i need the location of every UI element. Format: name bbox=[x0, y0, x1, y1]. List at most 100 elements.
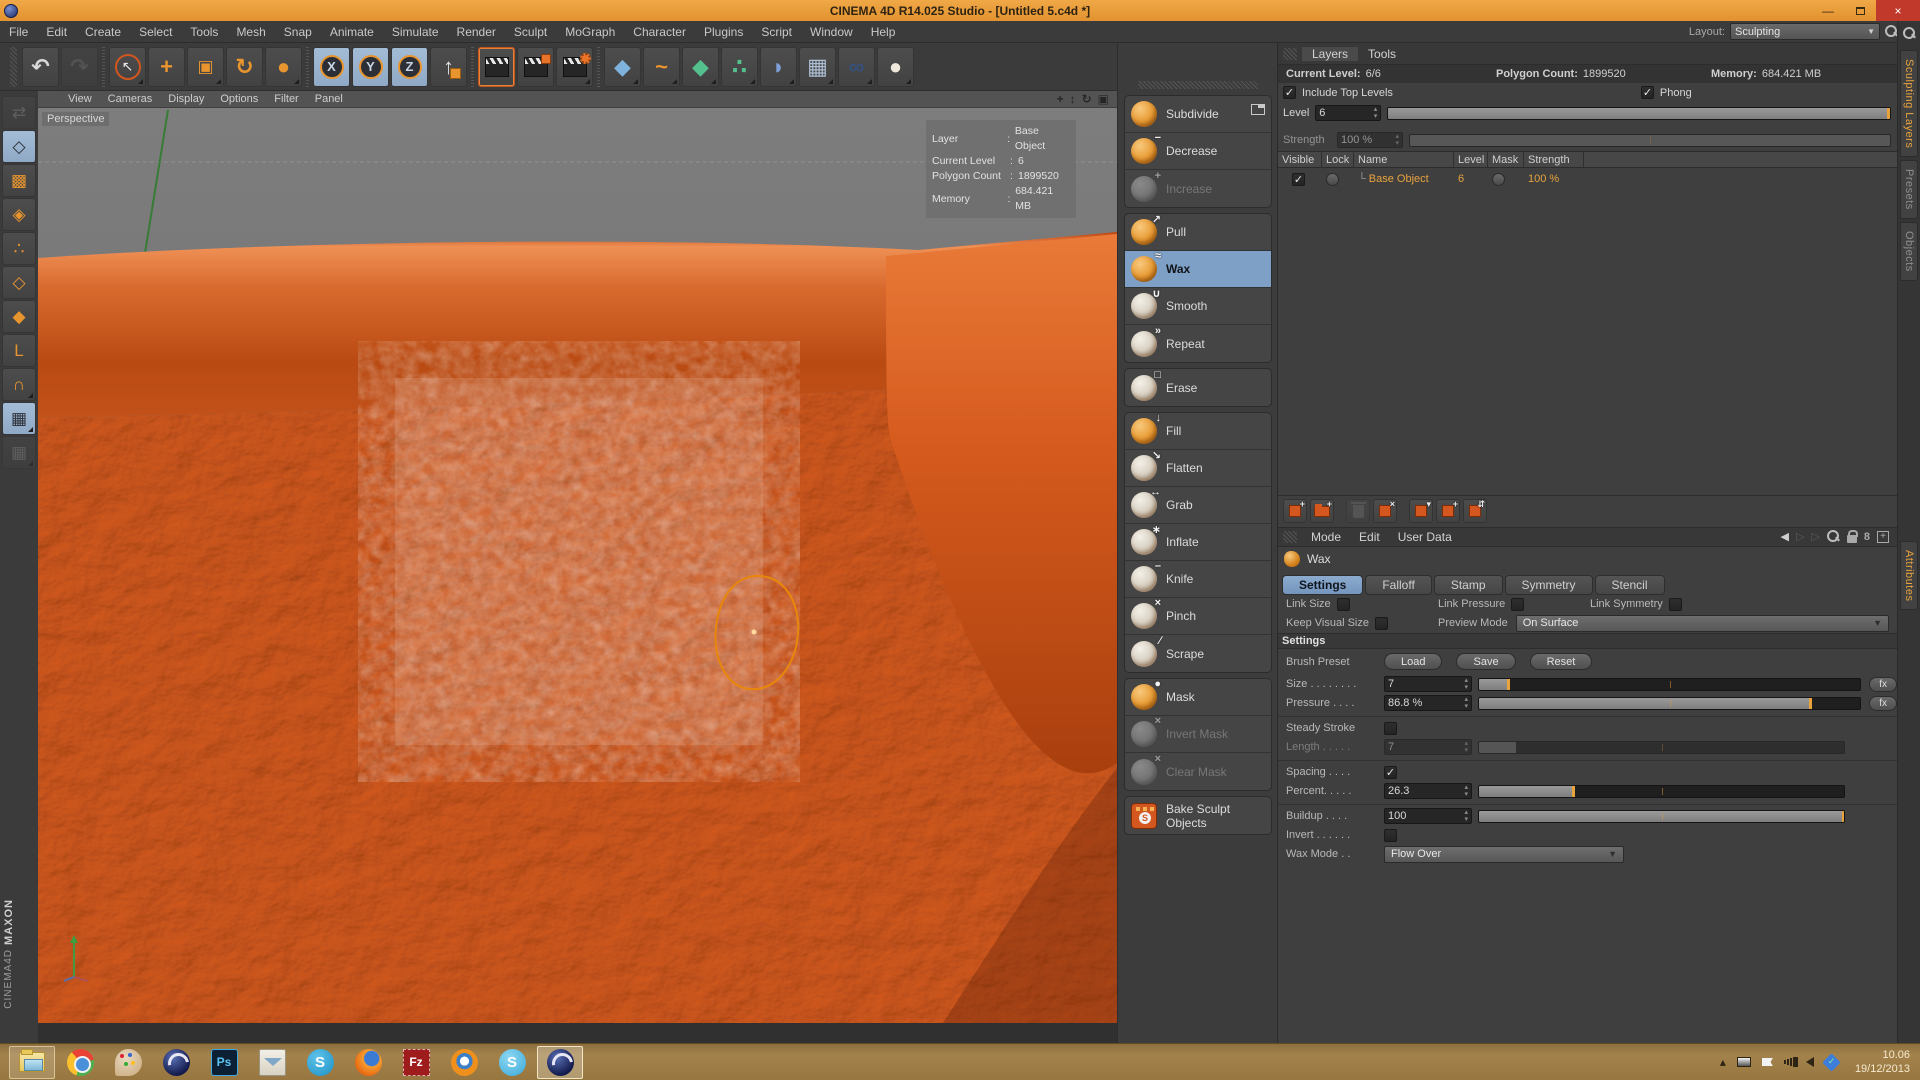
sculpt-tool-scrape[interactable]: ∕Scrape bbox=[1125, 635, 1271, 672]
toggle-view-icon[interactable]: ▣ bbox=[1098, 92, 1109, 106]
column-strength[interactable]: Strength bbox=[1524, 152, 1584, 167]
save-button[interactable]: Save bbox=[1456, 653, 1515, 670]
viewport-menu-filter[interactable]: Filter bbox=[266, 93, 306, 105]
move-icon[interactable]: + bbox=[148, 47, 185, 87]
lock-toggle[interactable] bbox=[1326, 173, 1339, 186]
steady-stroke-checkbox[interactable] bbox=[1384, 722, 1397, 735]
phong-checkbox[interactable]: ✓ bbox=[1641, 86, 1654, 99]
tab-layers[interactable]: Layers bbox=[1302, 47, 1358, 61]
taskbar-paint-app[interactable] bbox=[105, 1046, 151, 1079]
fx-button[interactable]: fx bbox=[1869, 696, 1897, 711]
tab-tools[interactable]: Tools bbox=[1358, 47, 1406, 61]
menu-mograph[interactable]: MoGraph bbox=[556, 25, 624, 39]
attr-menu-user-data[interactable]: User Data bbox=[1389, 530, 1461, 544]
visible-checkbox[interactable]: ✓ bbox=[1292, 173, 1305, 186]
add-camera-icon[interactable]: ∞ bbox=[838, 47, 875, 87]
new-window-icon[interactable]: + bbox=[1877, 531, 1889, 543]
lock-x-axis-icon[interactable]: X bbox=[313, 47, 350, 87]
sculpt-tool-flatten[interactable]: ↘Flatten bbox=[1125, 450, 1271, 487]
add-light-icon[interactable]: ● bbox=[877, 47, 914, 87]
sculpt-tool-wax[interactable]: ≈Wax bbox=[1125, 251, 1271, 288]
taskbar-skype-alt[interactable]: S bbox=[489, 1046, 535, 1079]
volume-icon[interactable] bbox=[1806, 1057, 1814, 1067]
attr-search-icon[interactable] bbox=[1827, 530, 1840, 543]
sculpt-tool-inflate[interactable]: ∗Inflate bbox=[1125, 524, 1271, 561]
edges-mode-icon[interactable]: ◇ bbox=[2, 266, 36, 299]
render-region-icon[interactable] bbox=[517, 47, 554, 87]
menu-snap[interactable]: Snap bbox=[275, 25, 321, 39]
sculpt-brush-icon[interactable]: ● bbox=[265, 47, 302, 87]
layer-lock-cell[interactable] bbox=[1322, 173, 1354, 186]
percent-slider[interactable] bbox=[1478, 785, 1845, 798]
merge-layer-down-icon[interactable]: ▾ bbox=[1409, 499, 1433, 523]
column-lock[interactable]: Lock bbox=[1322, 152, 1354, 167]
attr-tab-symmetry[interactable]: Symmetry bbox=[1505, 575, 1593, 595]
toolbar-grip[interactable] bbox=[10, 47, 17, 87]
render-view-icon[interactable] bbox=[478, 47, 515, 87]
detach-panel-icon[interactable] bbox=[1251, 104, 1265, 115]
sculpt-tool-bake-sculpt-objects[interactable]: Bake Sculpt Objects bbox=[1125, 797, 1271, 834]
lock-icon[interactable] bbox=[1847, 535, 1857, 543]
attr-tab-falloff[interactable]: Falloff bbox=[1365, 575, 1431, 595]
lock-z-axis-icon[interactable]: Z bbox=[391, 47, 428, 87]
sculpt-tool-grab[interactable]: ↔Grab bbox=[1125, 487, 1271, 524]
spacing-checkbox[interactable]: ✓ bbox=[1384, 766, 1397, 779]
add-spline-icon[interactable]: ~ bbox=[643, 47, 680, 87]
sculpt-panel-grip[interactable] bbox=[1138, 81, 1258, 89]
zoom-view-icon[interactable]: ↕ bbox=[1070, 92, 1076, 106]
pan-view-icon[interactable]: + bbox=[1057, 92, 1064, 106]
scene-3d[interactable] bbox=[38, 108, 1117, 1023]
attr-tab-stamp[interactable]: Stamp bbox=[1434, 575, 1503, 595]
history-back-icon[interactable]: ◀ bbox=[1780, 530, 1788, 543]
taskbar-clock[interactable]: 10.06 19/12/2013 bbox=[1849, 1048, 1910, 1076]
render-settings-icon[interactable] bbox=[556, 47, 593, 87]
object-axis-mode-icon[interactable]: L bbox=[2, 334, 36, 367]
model-mode-icon[interactable]: ◇ bbox=[2, 130, 36, 163]
attr-menu-edit[interactable]: Edit bbox=[1350, 530, 1389, 544]
add-array-object-icon[interactable]: ∴ bbox=[721, 47, 758, 87]
side-tab-objects[interactable]: Objects bbox=[1900, 222, 1918, 281]
column-name[interactable]: Name bbox=[1354, 152, 1454, 167]
fx-button[interactable]: fx bbox=[1869, 677, 1897, 692]
erase-layer-icon[interactable]: × bbox=[1373, 499, 1397, 523]
viewport-menu-display[interactable]: Display bbox=[160, 93, 212, 105]
menu-plugins[interactable]: Plugins bbox=[695, 25, 752, 39]
sculpt-tool-pull[interactable]: ↗Pull bbox=[1125, 214, 1271, 251]
link-size-checkbox[interactable] bbox=[1337, 598, 1350, 611]
menu-file[interactable]: File bbox=[0, 25, 37, 39]
show-hidden-icons-icon[interactable]: ▴ bbox=[1720, 1055, 1726, 1069]
link-symmetry-checkbox[interactable] bbox=[1669, 598, 1682, 611]
add-layer-icon[interactable]: + bbox=[1283, 499, 1307, 523]
add-subdivision-surface-icon[interactable]: ◆ bbox=[682, 47, 719, 87]
pressure-slider[interactable] bbox=[1478, 697, 1861, 710]
viewport-grip[interactable] bbox=[42, 94, 56, 105]
live-selection-icon[interactable]: ↖ bbox=[109, 47, 146, 87]
viewport-canvas[interactable]: Perspective Layer:Base ObjectCurrent Lev… bbox=[38, 108, 1117, 1023]
layer-row[interactable]: ✓└Base Object6100 % bbox=[1278, 168, 1897, 190]
minimize-button[interactable]: — bbox=[1812, 0, 1844, 21]
add-deformer-icon[interactable]: ◗ bbox=[760, 47, 797, 87]
menu-sculpt[interactable]: Sculpt bbox=[505, 25, 556, 39]
action-center-flag-icon[interactable] bbox=[1762, 1058, 1773, 1066]
layer-visible-cell[interactable]: ✓ bbox=[1278, 173, 1322, 186]
viewport-menu-options[interactable]: Options bbox=[212, 93, 266, 105]
viewport-menu-cameras[interactable]: Cameras bbox=[100, 93, 161, 105]
side-tab-presets[interactable]: Presets bbox=[1900, 160, 1918, 219]
swap-layers-icon[interactable]: ⇵ bbox=[1463, 499, 1487, 523]
add-cube-object-icon[interactable]: ◆ bbox=[604, 47, 641, 87]
size-slider[interactable] bbox=[1478, 678, 1861, 691]
side-tab-sculpting-layers[interactable]: Sculpting Layers bbox=[1900, 50, 1918, 157]
layers-grip[interactable] bbox=[1283, 48, 1297, 60]
invert-checkbox[interactable] bbox=[1384, 829, 1397, 842]
menu-tools[interactable]: Tools bbox=[181, 25, 227, 39]
buildup-field[interactable]: 100▴▾ bbox=[1384, 808, 1472, 824]
link-mode-icon[interactable]: 8 bbox=[1864, 531, 1870, 543]
sculpt-tool-mask[interactable]: ●Mask bbox=[1125, 679, 1271, 716]
strip-search-icon[interactable] bbox=[1903, 27, 1916, 40]
taskbar-cinema4d[interactable] bbox=[153, 1046, 199, 1079]
taskbar-skype[interactable]: S bbox=[297, 1046, 343, 1079]
dropbox-icon[interactable] bbox=[1822, 1053, 1840, 1071]
menu-window[interactable]: Window bbox=[801, 25, 862, 39]
taskbar-windows-explorer[interactable] bbox=[9, 1046, 55, 1079]
sculpt-tool-repeat[interactable]: »Repeat bbox=[1125, 325, 1271, 362]
